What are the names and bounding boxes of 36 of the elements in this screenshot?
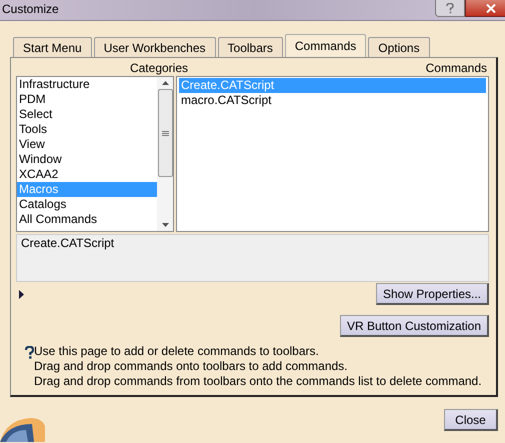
help-icon bbox=[446, 2, 454, 14]
category-item[interactable]: XCAA2 bbox=[17, 167, 157, 182]
help-text: Drag and drop commands from toolbars onto the commands list to delete command. bbox=[34, 374, 482, 389]
category-item[interactable]: View bbox=[17, 137, 157, 152]
help-icon bbox=[25, 346, 34, 359]
close-button[interactable] bbox=[465, 0, 505, 17]
command-item[interactable]: macro.CATScript bbox=[179, 93, 486, 108]
category-item[interactable]: Window bbox=[17, 152, 157, 167]
description-field: Create.CATScript bbox=[16, 234, 489, 282]
tab[interactable]: Commands bbox=[284, 34, 366, 57]
tab[interactable]: User Workbenches bbox=[94, 37, 216, 57]
window-title: Customize bbox=[1, 1, 59, 16]
category-item[interactable]: Catalogs bbox=[17, 197, 157, 212]
column-heading: Categories bbox=[128, 61, 188, 75]
tab[interactable]: Toolbars bbox=[218, 37, 283, 57]
help-button[interactable] bbox=[435, 0, 465, 17]
vr-customization-button[interactable]: VR Button Customization bbox=[340, 315, 489, 337]
category-item[interactable]: Infrastructure bbox=[17, 77, 157, 92]
category-item[interactable]: Tools bbox=[17, 122, 157, 137]
tab[interactable]: Options bbox=[368, 37, 430, 57]
close-icon bbox=[486, 4, 496, 12]
help-text: Use this page to add or delete commands to toolbars. bbox=[34, 344, 320, 359]
scroll-down-icon[interactable] bbox=[162, 223, 168, 227]
scroll-up-icon[interactable] bbox=[162, 81, 168, 85]
category-item[interactable]: All Commands bbox=[17, 212, 157, 227]
category-item[interactable]: Select bbox=[17, 107, 157, 122]
column-heading: Commands bbox=[424, 61, 488, 75]
close-button[interactable]: Close bbox=[444, 409, 498, 431]
scroll-thumb[interactable] bbox=[158, 89, 172, 177]
help-text: Drag and drop commands onto toolbars to add commands. bbox=[34, 359, 349, 374]
expand-arrow-icon[interactable] bbox=[19, 290, 24, 298]
category-item[interactable]: PDM bbox=[17, 92, 157, 107]
grip-icon bbox=[162, 130, 168, 136]
tab[interactable]: Start Menu bbox=[13, 37, 92, 57]
show-properties-button[interactable]: Show Properties... bbox=[376, 283, 489, 305]
scrollbar[interactable] bbox=[157, 77, 173, 231]
